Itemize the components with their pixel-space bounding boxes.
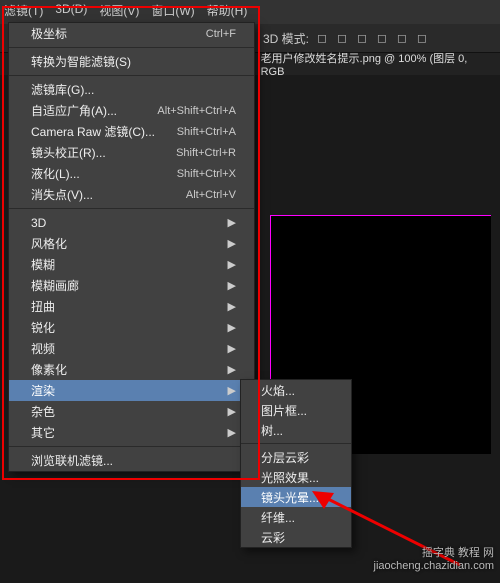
arrows-icon[interactable]: ◻ <box>377 31 387 45</box>
menu-item-label: 浏览联机滤镜... <box>31 452 113 469</box>
submenu-arrow-icon: ▶ <box>228 426 236 439</box>
menu-item-模糊[interactable]: 模糊 ▶ <box>9 254 254 275</box>
menu-item-风格化[interactable]: 风格化 ▶ <box>9 233 254 254</box>
menu-item-label: 3D <box>31 216 46 230</box>
submenu-arrow-icon: ▶ <box>228 363 236 376</box>
menu-item-模糊画廊[interactable]: 模糊画廊 ▶ <box>9 275 254 296</box>
submenu-item-label: 树... <box>261 422 283 439</box>
submenu-arrow-icon: ▶ <box>228 384 236 397</box>
menu-item-扭曲[interactable]: 扭曲 ▶ <box>9 296 254 317</box>
menu-item-label: 消失点(V)... <box>31 186 93 203</box>
menu-item-滤镜库(G)...[interactable]: 滤镜库(G)... <box>9 79 254 100</box>
menu-item-render[interactable]: 渲染 ▶ <box>9 380 254 401</box>
menu-item-label: Camera Raw 滤镜(C)... <box>31 123 155 140</box>
submenu-item-云彩[interactable]: 云彩 <box>241 527 351 547</box>
square-icon[interactable]: ◻ <box>317 31 327 45</box>
submenu-arrow-icon: ▶ <box>228 300 236 313</box>
submenu-item-lens-flare[interactable]: 镜头光晕... <box>241 487 351 507</box>
shortcut: Shift+Ctrl+A <box>177 126 236 138</box>
menu-item-label: 扭曲 <box>31 298 55 315</box>
shortcut: Ctrl+F <box>206 28 236 40</box>
menu-item-3D[interactable]: 3D ▶ <box>9 212 254 233</box>
menu-item-像素化[interactable]: 像素化 ▶ <box>9 359 254 380</box>
menu-item-label: 模糊画廊 <box>31 277 79 294</box>
shortcut: Shift+Ctrl+R <box>176 147 236 159</box>
submenu-item-火焰...[interactable]: 火焰... <box>241 380 351 400</box>
submenu-arrow-icon: ▶ <box>228 405 236 418</box>
submenu-item-图片框...[interactable]: 图片框... <box>241 400 351 420</box>
shortcut: Alt+Shift+Ctrl+A <box>157 105 236 117</box>
menu-item-其它[interactable]: 其它 ▶ <box>9 422 254 443</box>
menu-帮助(H)[interactable]: 帮助(H) <box>207 2 248 22</box>
submenu-item-分层云彩[interactable]: 分层云彩 <box>241 447 351 467</box>
page-icon[interactable]: ◻ <box>417 31 427 45</box>
submenu-item-label: 火焰... <box>261 382 295 399</box>
menu-窗口(W)[interactable]: 窗口(W) <box>151 2 194 22</box>
menu-item-液化(L)...[interactable]: 液化(L)... Shift+Ctrl+X <box>9 163 254 184</box>
menu-item-label: 模糊 <box>31 256 55 273</box>
grid-icon[interactable]: ◻ <box>397 31 407 45</box>
submenu-arrow-icon: ▶ <box>228 216 236 229</box>
menu-item-label: 滤镜库(G)... <box>31 81 94 98</box>
cloud-icon[interactable]: ◻ <box>357 31 367 45</box>
menu-item-label: 液化(L)... <box>31 165 80 182</box>
menu-item-自适应广角(A)...[interactable]: 自适应广角(A)... Alt+Shift+Ctrl+A <box>9 100 254 121</box>
submenu-arrow-icon: ▶ <box>228 258 236 271</box>
menu-item-label: 极坐标 <box>31 25 67 42</box>
submenu-item-label: 分层云彩 <box>261 449 309 466</box>
submenu-item-label: 纤维... <box>261 509 295 526</box>
menu-item-转换为智能滤镜(S)[interactable]: 转换为智能滤镜(S) <box>9 51 254 72</box>
document-tab[interactable]: 老用户修改姓名提示.png @ 100% (图层 0, RGB <box>253 50 500 78</box>
menu-item-label: 视频 <box>31 340 55 357</box>
shortcut: Alt+Ctrl+V <box>186 189 236 201</box>
menu-bar[interactable]: 滤镜(T) 3D(D) 视图(V) 窗口(W) 帮助(H) <box>0 0 500 24</box>
menu-item-杂色[interactable]: 杂色 ▶ <box>9 401 254 422</box>
menu-item-label: 其它 <box>31 424 55 441</box>
shortcut: Shift+Ctrl+X <box>177 168 236 180</box>
submenu-item-label: 镜头光晕... <box>261 489 319 506</box>
submenu-arrow-icon: ▶ <box>228 321 236 334</box>
mode-label: 3D 模式: <box>263 30 309 47</box>
menu-3D(D)[interactable]: 3D(D) <box>55 2 87 22</box>
menu-item-label: 转换为智能滤镜(S) <box>31 53 131 70</box>
menu-item-视频[interactable]: 视频 ▶ <box>9 338 254 359</box>
submenu-arrow-icon: ▶ <box>228 279 236 292</box>
menu-item-消失点(V)...[interactable]: 消失点(V)... Alt+Ctrl+V <box>9 184 254 205</box>
menu-item-镜头校正(R)...[interactable]: 镜头校正(R)... Shift+Ctrl+R <box>9 142 254 163</box>
submenu-item-label: 图片框... <box>261 402 307 419</box>
menu-item-锐化[interactable]: 锐化 ▶ <box>9 317 254 338</box>
render-submenu[interactable]: 火焰... 图片框... 树... 分层云彩光照效果... 镜头光晕... 纤维... 云彩 <box>240 379 352 548</box>
menu-item-label: 风格化 <box>31 235 67 252</box>
filter-menu[interactable]: 极坐标 Ctrl+F 转换为智能滤镜(S) 滤镜库(G)... 自适应广角(A)... A… <box>8 22 255 472</box>
menu-item-浏览联机滤镜...[interactable]: 浏览联机滤镜... <box>9 450 254 471</box>
submenu-item-label: 云彩 <box>261 529 285 546</box>
submenu-item-光照效果...[interactable]: 光照效果... <box>241 467 351 487</box>
submenu-item-树...[interactable]: 树... <box>241 420 351 440</box>
menu-item-label: 镜头校正(R)... <box>31 144 106 161</box>
submenu-item-纤维...[interactable]: 纤维... <box>241 507 351 527</box>
circle-icon[interactable]: ◻ <box>337 31 347 45</box>
submenu-arrow-icon: ▶ <box>228 342 236 355</box>
menu-item-label: 杂色 <box>31 403 55 420</box>
menu-视图(V)[interactable]: 视图(V) <box>99 2 139 22</box>
submenu-item-label: 光照效果... <box>261 469 319 486</box>
menu-item-label: 像素化 <box>31 361 67 378</box>
menu-item-极坐标[interactable]: 极坐标 Ctrl+F <box>9 23 254 44</box>
menu-item-label: 渲染 <box>31 382 55 399</box>
menu-item-label: 自适应广角(A)... <box>31 102 117 119</box>
menu-滤镜(T)[interactable]: 滤镜(T) <box>4 2 43 22</box>
menu-item-label: 锐化 <box>31 319 55 336</box>
menu-item-Camera Raw 滤镜(C)...[interactable]: Camera Raw 滤镜(C)... Shift+Ctrl+A <box>9 121 254 142</box>
submenu-arrow-icon: ▶ <box>228 237 236 250</box>
